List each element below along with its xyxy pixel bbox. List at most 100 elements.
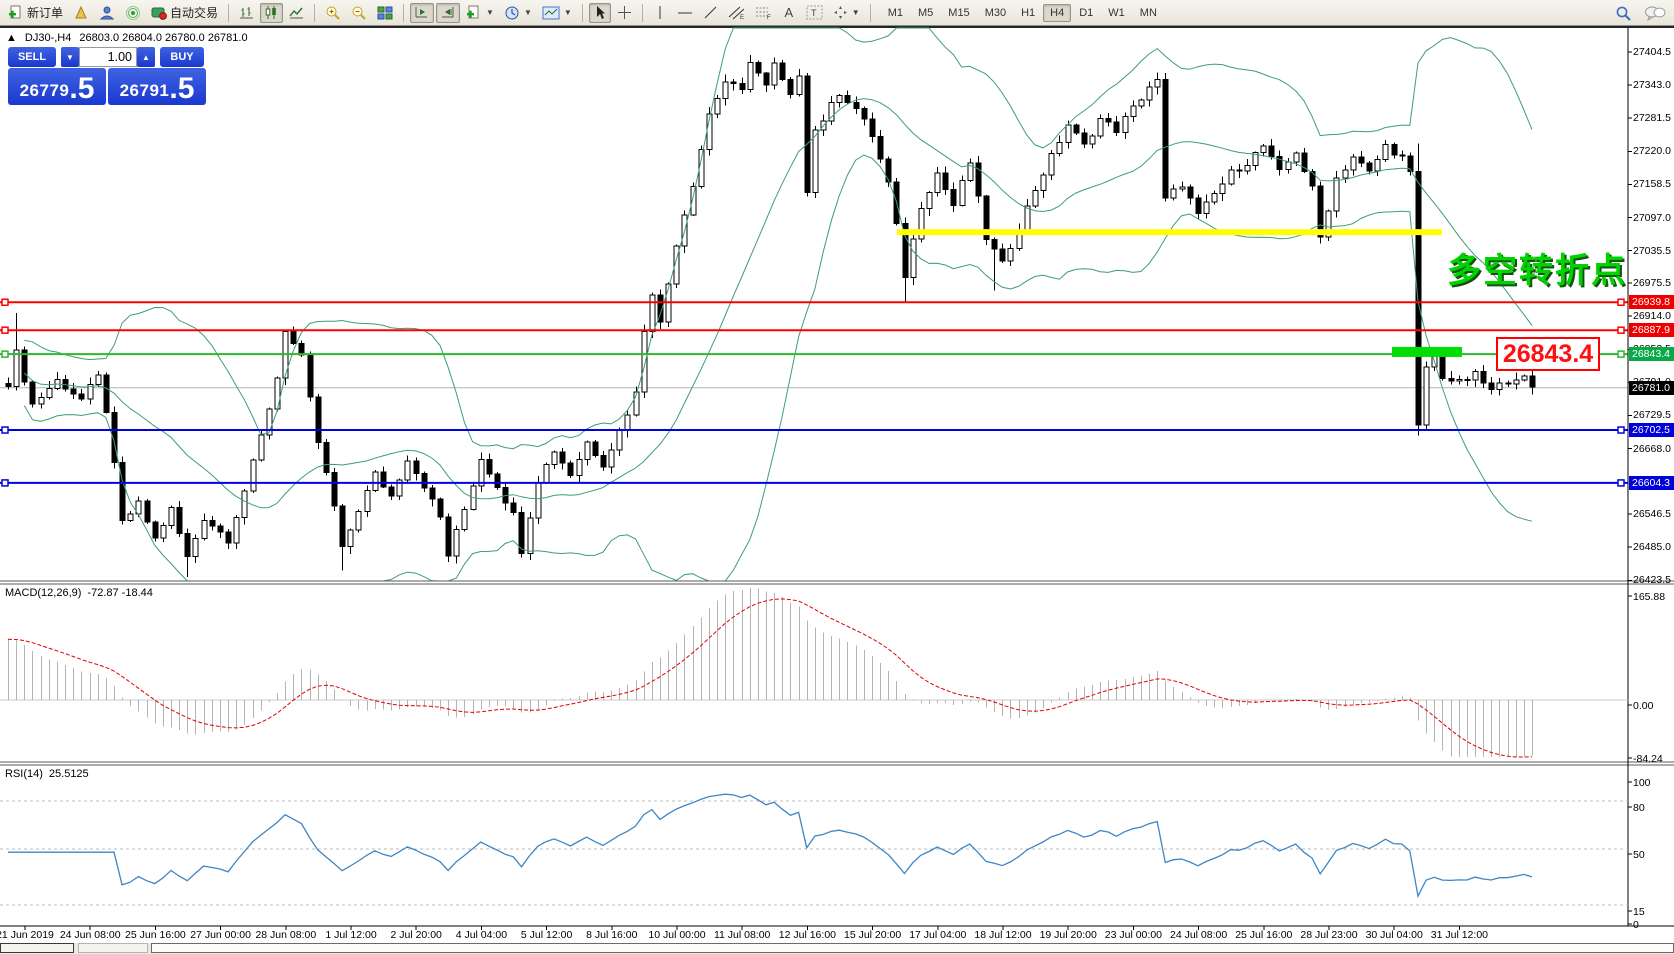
- vertical-line-button[interactable]: [649, 3, 671, 23]
- time-axis-label: 18 Jul 12:00: [974, 929, 1031, 941]
- price-tick-label: 26975.5: [1633, 277, 1671, 289]
- chart-tab[interactable]: [78, 943, 148, 953]
- sell-price-button[interactable]: 26779 .5: [8, 68, 106, 105]
- timeframe-button-w1[interactable]: W1: [1101, 4, 1132, 22]
- line-handle[interactable]: [1618, 351, 1624, 357]
- line-handle[interactable]: [2, 427, 8, 433]
- bollinger-band-u: [24, 28, 1532, 449]
- arrows-dropdown-button[interactable]: ▼: [829, 3, 864, 23]
- symbol-ohlc-header[interactable]: ▲DJ30-,H426803.0 26804.0 26780.0 26781.0: [6, 32, 248, 44]
- zoom-out-icon: [351, 5, 367, 21]
- macd-signal-line: [8, 599, 1532, 757]
- new-order-button[interactable]: 新订单: [4, 3, 67, 23]
- templates-dropdown-button[interactable]: ▼: [538, 3, 576, 23]
- toolbar-separator: [642, 4, 643, 22]
- fibonacci-button[interactable]: F: [751, 3, 776, 23]
- timeframe-toolbar: M1M5M15M30H1H4D1W1MN: [881, 4, 1164, 22]
- tile-windows-button[interactable]: [373, 3, 397, 23]
- svg-text:F: F: [767, 15, 771, 20]
- turning-point-annotation[interactable]: 多空转折点: [1447, 243, 1627, 292]
- rsi-tick-label: 100: [1633, 777, 1651, 789]
- trendline-button[interactable]: [699, 3, 722, 23]
- label-button[interactable]: T: [802, 3, 827, 23]
- timeframe-button-d1[interactable]: D1: [1072, 4, 1100, 22]
- arrows-icon: [833, 5, 848, 20]
- line-handle[interactable]: [2, 480, 8, 486]
- chart-tab[interactable]: [151, 943, 1674, 953]
- timeframe-button-h1[interactable]: H1: [1014, 4, 1042, 22]
- candles: [6, 55, 1535, 577]
- chart-tab[interactable]: [0, 943, 74, 953]
- time-axis-label: 10 Jul 00:00: [648, 929, 705, 941]
- green-highlight-segment[interactable]: [1392, 347, 1462, 357]
- new-chart-icon: [466, 5, 482, 21]
- periods-dropdown-button[interactable]: ▼: [500, 3, 536, 23]
- auto-scroll-button[interactable]: [410, 3, 434, 23]
- time-axis-label: 25 Jul 16:00: [1235, 929, 1292, 941]
- timeframe-button-m5[interactable]: M5: [911, 4, 940, 22]
- buy-button[interactable]: BUY: [160, 47, 204, 67]
- price-tick-label: 26729.5: [1633, 409, 1671, 421]
- search-icon[interactable]: [1615, 5, 1632, 22]
- line-handle[interactable]: [2, 351, 8, 357]
- buy-price-button[interactable]: 26791 .5: [108, 68, 206, 105]
- chat-icon[interactable]: [1644, 5, 1666, 21]
- channel-button[interactable]: E: [724, 3, 749, 23]
- bar-chart-button[interactable]: [235, 3, 258, 23]
- timeframe-button-h4[interactable]: H4: [1043, 4, 1071, 22]
- rsi-line: [8, 794, 1532, 896]
- time-axis-label: 12 Jul 16:00: [779, 929, 836, 941]
- timeframe-button-mn[interactable]: MN: [1133, 4, 1164, 22]
- level-price-label[interactable]: 26939.8: [1629, 295, 1674, 309]
- crosshair-icon: [617, 5, 632, 20]
- macd-tick-label: -84.24: [1633, 753, 1663, 765]
- cursor-button[interactable]: [589, 3, 611, 23]
- level-price-label[interactable]: 26887.9: [1629, 323, 1674, 337]
- level-price-label[interactable]: 26604.3: [1629, 476, 1674, 490]
- sell-price-main: 26779: [20, 78, 70, 104]
- level-price-label[interactable]: 26843.4: [1629, 347, 1674, 361]
- signals-button[interactable]: [121, 3, 145, 23]
- candlestick-button[interactable]: [260, 3, 283, 23]
- line-handle[interactable]: [1618, 480, 1624, 486]
- price-tick-label: 26914.0: [1633, 310, 1671, 322]
- crosshair-button[interactable]: [613, 3, 636, 23]
- collapse-marker-icon: ▲: [6, 32, 17, 44]
- yellow-support-segment[interactable]: [897, 229, 1442, 235]
- time-axis-label: 27 Jun 00:00: [190, 929, 251, 941]
- horizontal-line-button[interactable]: [673, 3, 697, 23]
- autotrading-button[interactable]: 自动交易: [147, 3, 222, 23]
- new-chart-button[interactable]: ▼: [462, 3, 498, 23]
- timeframe-button-m30[interactable]: M30: [978, 4, 1013, 22]
- profiles-button[interactable]: [69, 3, 93, 23]
- chart-shift-button[interactable]: [436, 3, 460, 23]
- line-handle[interactable]: [1618, 327, 1624, 333]
- rsi-tick-label: 80: [1633, 802, 1645, 814]
- accounts-button[interactable]: [95, 3, 119, 23]
- channel-icon: E: [728, 5, 745, 20]
- toolbar-separator: [582, 4, 583, 22]
- volume-input[interactable]: [79, 47, 137, 67]
- ohlc-values: 26803.0 26804.0 26780.0 26781.0: [79, 32, 247, 44]
- macd-values: -72.87 -18.44: [87, 587, 152, 599]
- new-order-icon: [8, 5, 24, 21]
- line-handle[interactable]: [2, 299, 8, 305]
- volume-up-button[interactable]: ▲: [137, 47, 155, 67]
- timeframe-button-m1[interactable]: M1: [881, 4, 910, 22]
- line-handle[interactable]: [1618, 299, 1624, 305]
- text-button[interactable]: A: [778, 3, 800, 23]
- line-chart-button[interactable]: [285, 3, 308, 23]
- zoom-out-button[interactable]: [347, 3, 371, 23]
- volume-down-button[interactable]: ▼: [61, 47, 79, 67]
- level-price-label[interactable]: 26702.5: [1629, 423, 1674, 437]
- line-handle[interactable]: [1618, 427, 1624, 433]
- zoom-in-button[interactable]: [321, 3, 345, 23]
- line-handle[interactable]: [2, 327, 8, 333]
- rsi-label: RSI(14)25.5125: [5, 768, 95, 780]
- timeframe-button-m15[interactable]: M15: [941, 4, 976, 22]
- sell-button[interactable]: SELL: [8, 47, 56, 67]
- price-callout-box[interactable]: 26843.4: [1496, 337, 1600, 371]
- trendline-icon: [703, 5, 718, 20]
- vertical-line-icon: [654, 5, 666, 20]
- time-axis-label: 21 Jun 2019: [0, 929, 54, 941]
